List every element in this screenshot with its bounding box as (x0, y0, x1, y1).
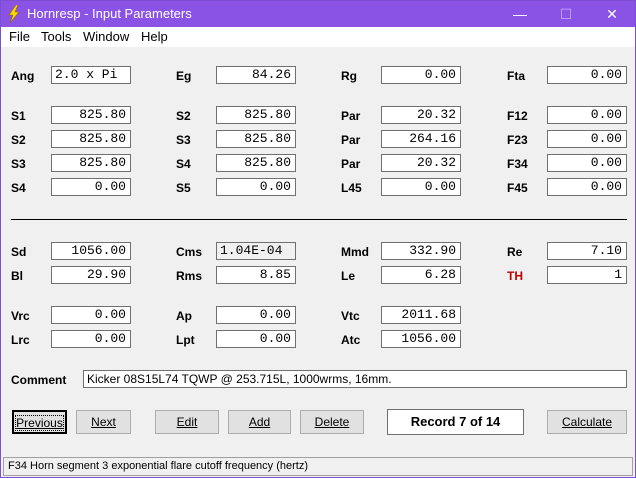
param-label: S3 (176, 133, 191, 147)
param-label: Atc (341, 333, 361, 347)
param-label: Sd (11, 245, 27, 259)
rms-field[interactable]: 8.85 (216, 266, 296, 284)
vtc-field[interactable]: 2011.68 (381, 306, 461, 324)
l45-field[interactable]: 0.00 (381, 178, 461, 196)
hornresp-window: Hornresp - Input Parameters — ☐ ✕ File T… (0, 0, 636, 478)
param-label: S2 (11, 133, 26, 147)
s2-field[interactable]: 825.80 (216, 106, 296, 124)
param-label: Par (341, 157, 361, 171)
close-button[interactable]: ✕ (589, 1, 635, 27)
menu-help[interactable]: Help (141, 29, 168, 44)
cms-field[interactable]: 1.04E-04 (216, 242, 296, 260)
f23-field[interactable]: 0.00 (547, 130, 627, 148)
menu-window[interactable]: Window (83, 29, 129, 44)
lrc-field[interactable]: 0.00 (51, 330, 131, 348)
previous-button-label: Previous (15, 415, 64, 431)
par-field[interactable]: 20.32 (381, 106, 461, 124)
param-label: Rg (341, 69, 357, 83)
param-label: F45 (507, 181, 528, 195)
sd-field[interactable]: 1056.00 (51, 242, 131, 260)
edit-button[interactable]: Edit (155, 410, 219, 434)
le-field[interactable]: 6.28 (381, 266, 461, 284)
s4-field[interactable]: 825.80 (216, 154, 296, 172)
param-label: Par (341, 133, 361, 147)
param-label: Lrc (11, 333, 30, 347)
window-title: Hornresp - Input Parameters (27, 6, 192, 21)
param-label: L45 (341, 181, 362, 195)
param-label: Fta (507, 69, 525, 83)
param-label: Ang (11, 69, 35, 83)
next-button[interactable]: Next (76, 410, 131, 434)
param-label: Ap (176, 309, 192, 323)
ang-field[interactable]: 2.0 x Pi (51, 66, 131, 84)
param-label: S3 (11, 157, 26, 171)
ap-field[interactable]: 0.00 (216, 306, 296, 324)
comment-label: Comment (11, 373, 67, 387)
param-label: S2 (176, 109, 191, 123)
f45-field[interactable]: 0.00 (547, 178, 627, 196)
previous-button[interactable]: Previous (12, 410, 67, 434)
param-label: Lpt (176, 333, 195, 347)
param-label: Vtc (341, 309, 360, 323)
bl-field[interactable]: 29.90 (51, 266, 131, 284)
param-label: S5 (176, 181, 191, 195)
edit-button-label: Edit (176, 415, 198, 429)
param-label: F34 (507, 157, 528, 171)
mmd-field[interactable]: 332.90 (381, 242, 461, 260)
record-indicator: Record 7 of 14 (387, 409, 524, 435)
rg-field[interactable]: 0.00 (381, 66, 461, 84)
eg-field[interactable]: 84.26 (216, 66, 296, 84)
s5-field[interactable]: 0.00 (216, 178, 296, 196)
lightning-bolt-icon (8, 5, 20, 23)
param-label: F12 (507, 109, 528, 123)
title-bar[interactable]: Hornresp - Input Parameters — ☐ ✕ (1, 1, 635, 27)
param-label: Le (341, 269, 356, 283)
param-label: S4 (176, 157, 191, 171)
lpt-field[interactable]: 0.00 (216, 330, 296, 348)
param-label: F23 (507, 133, 528, 147)
param-label: Rms (176, 269, 203, 283)
delete-button-label: Delete (314, 415, 350, 429)
calculate-button[interactable]: Calculate (547, 410, 627, 434)
fta-field[interactable]: 0.00 (547, 66, 627, 84)
param-label: Par (341, 109, 361, 123)
param-label: Bl (11, 269, 23, 283)
param-label: Re (507, 245, 523, 259)
s4-field[interactable]: 0.00 (51, 178, 131, 196)
par-field[interactable]: 20.32 (381, 154, 461, 172)
s1-field[interactable]: 825.80 (51, 106, 131, 124)
param-label-th: TH (507, 269, 523, 283)
param-label: Cms (176, 245, 203, 259)
atc-field[interactable]: 1056.00 (381, 330, 461, 348)
param-label: Vrc (11, 309, 30, 323)
s3-field[interactable]: 825.80 (51, 154, 131, 172)
separator-line (11, 219, 627, 220)
par-field[interactable]: 264.16 (381, 130, 461, 148)
param-label: S1 (11, 109, 26, 123)
menu-tools[interactable]: Tools (41, 29, 71, 44)
delete-button[interactable]: Delete (300, 410, 364, 434)
f34-field[interactable]: 0.00 (547, 154, 627, 172)
add-button-label: Add (248, 415, 271, 429)
f12-field[interactable]: 0.00 (547, 106, 627, 124)
s3-field[interactable]: 825.80 (216, 130, 296, 148)
param-label: Mmd (341, 245, 369, 259)
add-button[interactable]: Add (228, 410, 291, 434)
param-label: Eg (176, 69, 192, 83)
menu-bar: File Tools Window Help (1, 27, 635, 47)
comment-field[interactable]: Kicker 08S15L74 TQWP @ 253.715L, 1000wrm… (83, 370, 627, 388)
re-field[interactable]: 7.10 (547, 242, 627, 260)
th-field[interactable]: 1 (547, 266, 627, 284)
s2-field[interactable]: 825.80 (51, 130, 131, 148)
param-label: S4 (11, 181, 26, 195)
calculate-button-label: Calculate (561, 415, 613, 429)
maximize-button[interactable]: ☐ (543, 1, 589, 27)
vrc-field[interactable]: 0.00 (51, 306, 131, 324)
status-bar: F34 Horn segment 3 exponential flare cut… (3, 457, 633, 476)
minimize-button[interactable]: — (497, 1, 543, 27)
next-button-label: Next (91, 415, 116, 429)
menu-file[interactable]: File (9, 29, 30, 44)
